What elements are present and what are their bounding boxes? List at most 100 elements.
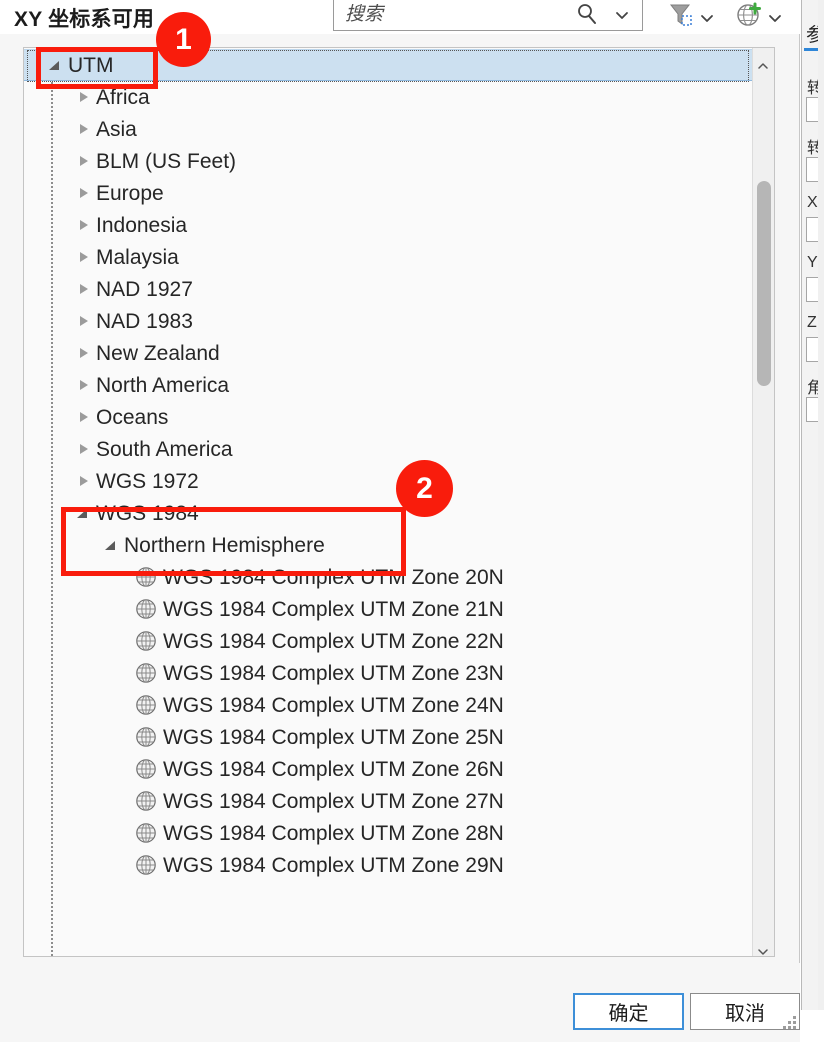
search-dropdown-chevron-down-icon[interactable]	[614, 8, 630, 20]
page-title: XY 坐标系可用	[14, 8, 155, 31]
side-field-label-4: Z	[807, 314, 817, 331]
tree-row-label: WGS 1984 Complex UTM Zone 29N	[163, 853, 504, 877]
expand-arrow-icon[interactable]	[74, 241, 96, 273]
tree-row-label: Indonesia	[96, 213, 188, 237]
tree-row[interactable]: WGS 1984	[24, 497, 752, 529]
globe-icon	[134, 629, 158, 653]
tree-row-label: NAD 1927	[96, 277, 193, 301]
tree-row[interactable]: UTM	[24, 49, 752, 82]
coordinate-system-tree[interactable]: UTM Africa Asia BLM (US Feet) Europe Indonesi…	[23, 47, 775, 957]
globe-add-dropdown-chevron-down-icon[interactable]	[767, 11, 783, 23]
tree-row[interactable]: Europe	[24, 177, 752, 209]
tree-row[interactable]: WGS 1984 Complex UTM Zone 22N	[24, 625, 752, 657]
tree-row-label: WGS 1984 Complex UTM Zone 20N	[163, 565, 504, 589]
tree-row[interactable]: Malaysia	[24, 241, 752, 273]
search-input[interactable]	[343, 0, 597, 32]
scrollbar-thumb[interactable]	[757, 181, 771, 386]
expand-arrow-icon[interactable]	[74, 145, 96, 177]
coordinate-system-dialog: XY 坐标系可用 搜索 UTM Africa Asia BLM (US Feet…	[0, 0, 800, 1042]
globe-icon	[134, 821, 158, 845]
tree-row[interactable]: WGS 1984 Complex UTM Zone 24N	[24, 689, 752, 721]
tree-row[interactable]: Asia	[24, 113, 752, 145]
collapse-arrow-icon[interactable]	[74, 497, 96, 529]
globe-icon	[134, 853, 158, 877]
expand-arrow-icon[interactable]	[74, 177, 96, 209]
tree-row-label: WGS 1984 Complex UTM Zone 27N	[163, 789, 504, 813]
globe-add-icon[interactable]	[731, 0, 767, 30]
tree-row[interactable]: BLM (US Feet)	[24, 145, 752, 177]
globe-icon	[134, 565, 158, 589]
ok-button[interactable]: 确定	[573, 993, 684, 1030]
tree-row[interactable]: Oceans	[24, 401, 752, 433]
tree-row-label: Northern Hemisphere	[124, 533, 325, 557]
expand-arrow-icon[interactable]	[74, 465, 96, 497]
tree-row-label: WGS 1984 Complex UTM Zone 23N	[163, 661, 504, 685]
tree-row[interactable]: WGS 1984 Complex UTM Zone 25N	[24, 721, 752, 753]
tree-row[interactable]: Northern Hemisphere	[24, 529, 752, 561]
tree-row-focus-outline	[27, 50, 749, 82]
tree-viewport: UTM Africa Asia BLM (US Feet) Europe Indonesi…	[24, 48, 752, 956]
tree-row[interactable]: WGS 1984 Complex UTM Zone 23N	[24, 657, 752, 689]
tree-row[interactable]: New Zealand	[24, 337, 752, 369]
expand-arrow-icon[interactable]	[74, 209, 96, 241]
tree-row[interactable]: WGS 1984 Complex UTM Zone 21N	[24, 593, 752, 625]
collapse-arrow-icon[interactable]	[102, 529, 124, 561]
tree-row-label: Europe	[96, 181, 164, 205]
tree-row[interactable]: WGS 1972	[24, 465, 752, 497]
tree-row[interactable]: WGS 1984 Complex UTM Zone 29N	[24, 849, 752, 881]
expand-arrow-icon[interactable]	[74, 305, 96, 337]
tree-row-label: WGS 1984 Complex UTM Zone 25N	[163, 725, 504, 749]
tree-row-label: WGS 1984	[96, 501, 199, 525]
expand-arrow-icon[interactable]	[74, 369, 96, 401]
resize-grip[interactable]	[783, 1016, 797, 1030]
expand-arrow-icon[interactable]	[74, 401, 96, 433]
tree-row[interactable]: NAD 1927	[24, 273, 752, 305]
tree-row-label: WGS 1984 Complex UTM Zone 21N	[163, 597, 504, 621]
chevron-down-icon	[758, 942, 768, 955]
window-right-edge	[824, 0, 828, 1064]
tree-row-label: Asia	[96, 117, 137, 141]
tree-row[interactable]: WGS 1984 Complex UTM Zone 27N	[24, 785, 752, 817]
search-icon[interactable]	[576, 3, 598, 25]
tree-row-label: WGS 1984 Complex UTM Zone 24N	[163, 693, 504, 717]
globe-icon	[134, 725, 158, 749]
globe-icon	[134, 597, 158, 621]
globe-icon	[134, 757, 158, 781]
expand-arrow-icon[interactable]	[74, 273, 96, 305]
tree-row-label: NAD 1983	[96, 309, 193, 333]
filter-dropdown-chevron-down-icon[interactable]	[699, 11, 715, 23]
tree-row-label: UTM	[68, 53, 114, 77]
filter-icon[interactable]	[663, 0, 699, 30]
globe-icon	[134, 661, 158, 685]
tree-row[interactable]: North America	[24, 369, 752, 401]
tree-row-label: North America	[96, 373, 230, 397]
tree-vertical-scrollbar[interactable]	[752, 48, 774, 956]
scroll-down-button[interactable]	[753, 934, 774, 956]
globe-icon	[134, 693, 158, 717]
globe-icon	[134, 789, 158, 813]
tree-row-label: Africa	[96, 85, 150, 109]
tree-row[interactable]: Indonesia	[24, 209, 752, 241]
tree-row[interactable]: Africa	[24, 81, 752, 113]
chevron-up-icon	[758, 56, 768, 69]
tree-row[interactable]: NAD 1983	[24, 305, 752, 337]
tree-row[interactable]: WGS 1984 Complex UTM Zone 26N	[24, 753, 752, 785]
scroll-up-button[interactable]	[753, 48, 774, 70]
expand-arrow-icon[interactable]	[74, 81, 96, 113]
expand-arrow-icon[interactable]	[74, 113, 96, 145]
tree-row-label: WGS 1984 Complex UTM Zone 26N	[163, 757, 504, 781]
tree-row[interactable]: South America	[24, 433, 752, 465]
tree-row-label: New Zealand	[96, 341, 220, 365]
tree-row-label: WGS 1972	[96, 469, 199, 493]
tree-row-label: Oceans	[96, 405, 169, 429]
expand-arrow-icon[interactable]	[74, 433, 96, 465]
expand-arrow-icon[interactable]	[74, 337, 96, 369]
tree-row[interactable]: WGS 1984 Complex UTM Zone 28N	[24, 817, 752, 849]
tree-row-label: BLM (US Feet)	[96, 149, 237, 173]
tree-row-label: Malaysia	[96, 245, 179, 269]
search-box[interactable]	[333, 0, 643, 32]
side-field-label-2: X	[807, 194, 818, 211]
collapse-arrow-icon[interactable]	[46, 49, 68, 81]
dialog-footer: 确定 取消	[0, 963, 800, 1042]
tree-row[interactable]: WGS 1984 Complex UTM Zone 20N	[24, 561, 752, 593]
